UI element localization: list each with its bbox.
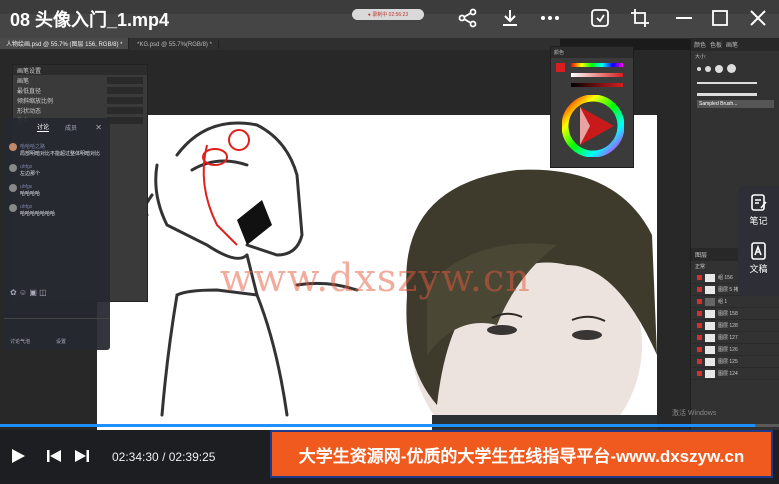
pip-icon[interactable] [630, 8, 650, 28]
prop-row[interactable]: 最低直径 [13, 85, 147, 95]
screenshot-icon[interactable] [590, 8, 610, 28]
minimize-icon[interactable] [674, 8, 694, 28]
prop-row[interactable]: 画笔 [13, 75, 147, 85]
brush-preset-selected[interactable]: Sampled Brush... [697, 100, 774, 108]
docs-button[interactable]: 文稿 [738, 234, 779, 282]
chat-tabs: 讨论 成员 ✕ [4, 118, 110, 136]
duration: 02:39:25 [168, 450, 216, 464]
notes-icon [750, 193, 767, 211]
video-title: 08 头像入门_1.mp4 [10, 10, 170, 30]
chat-message: 哈哈哈之路 局部明暗对比不能超过整体明暗对比 [9, 143, 105, 157]
activate-windows-text: 激活 Windows [672, 410, 717, 417]
doc-tab-active[interactable]: 人物绘画.psd @ 55.7% (图层 156, RGB/8) * [0, 38, 130, 49]
brush-presets[interactable]: Sampled Brush... [691, 62, 779, 110]
color-panel-title: 颜色 [551, 47, 633, 58]
chat-message: uhfgx 左边那个 [9, 164, 105, 177]
current-time: 02:34:30 [112, 450, 159, 464]
previous-icon[interactable] [46, 449, 62, 468]
docs-icon [750, 241, 766, 260]
saturation-slider[interactable] [571, 73, 623, 77]
close-icon[interactable] [748, 8, 768, 28]
chat-footer-left[interactable]: 讨论气泡 [10, 338, 30, 345]
brush-size-label: 大小: [695, 54, 707, 60]
sketch-mouth-shape [237, 200, 272, 245]
tab-discussion[interactable]: 讨论 [36, 122, 49, 132]
color-wheel[interactable] [562, 95, 624, 157]
layer-row[interactable]: 组 1 [691, 296, 779, 308]
prop-row[interactable]: 倾斜缩放比例 [13, 95, 147, 105]
share-icon[interactable] [458, 8, 478, 28]
time-separator: / [162, 450, 166, 464]
panel-title: 画笔设置 [13, 65, 147, 75]
layer-row[interactable]: 图层 128 [691, 320, 779, 332]
color-panel: 颜色 [550, 46, 634, 168]
play-icon[interactable] [10, 448, 26, 469]
ps-document-tabs: 人物绘画.psd @ 55.7% (图层 156, RGB/8) * *KG.p… [0, 38, 560, 50]
next-icon[interactable] [74, 449, 90, 468]
avatar [9, 143, 17, 151]
tab-members[interactable]: 成员 [65, 123, 77, 132]
maximize-icon[interactable] [710, 8, 730, 28]
layer-row[interactable]: 图层 124 [691, 368, 779, 380]
download-icon[interactable] [500, 8, 520, 28]
foreground-swatch[interactable] [556, 63, 565, 72]
time-display: 02:34:30 / 02:39:25 [112, 450, 215, 464]
more-icon[interactable] [540, 8, 560, 28]
avatar [9, 204, 17, 212]
avatar [9, 184, 17, 192]
brightness-slider[interactable] [571, 83, 623, 87]
tab-brush[interactable]: 画笔 [726, 40, 738, 49]
layer-row[interactable]: 图层 125 [691, 356, 779, 368]
side-toolbox: 笔记 文稿 [738, 186, 779, 296]
notes-button[interactable]: 笔记 [738, 186, 779, 234]
banner-text: 大学生资源网-优质的大学生在线指导平台-www.dxszyw.cn [298, 446, 745, 466]
prop-row[interactable]: 形状动态 [13, 105, 147, 115]
chat-message: uhfgx 哈哈哈哈哈哈哈 [9, 204, 105, 217]
avatar [9, 164, 17, 172]
chat-panel: 讨论 成员 ✕ 哈哈哈之路 局部明暗对比不能超过整体明暗对比 uhfgx 左边那个 … [4, 118, 110, 350]
tab-color[interactable]: 颜色 [694, 40, 706, 49]
tab-swatches[interactable]: 色板 [710, 40, 722, 49]
layer-row[interactable]: 图层 126 [691, 344, 779, 356]
close-icon[interactable]: ✕ [95, 123, 102, 132]
progress-fill [0, 424, 755, 427]
layer-row[interactable]: 图层 127 [691, 332, 779, 344]
chat-message: uhfgx 哈哈哈哈 [9, 184, 105, 197]
promo-banner: 大学生资源网-优质的大学生在线指导平台-www.dxszyw.cn [270, 430, 773, 478]
chat-footer-right[interactable]: 设置 [56, 338, 66, 345]
watermark-text: www.dxszyw.cn [220, 256, 531, 300]
layer-row[interactable]: 图层 158 [691, 308, 779, 320]
chat-tool-icons[interactable]: ✿ ☺ ▣ ◫ [10, 288, 47, 297]
doc-tab[interactable]: *KG.psd @ 55.7%(RGB/8) * [131, 41, 219, 49]
record-status-pill: ● 录制中 02:56:23 [352, 9, 424, 20]
hue-slider[interactable] [571, 63, 623, 67]
